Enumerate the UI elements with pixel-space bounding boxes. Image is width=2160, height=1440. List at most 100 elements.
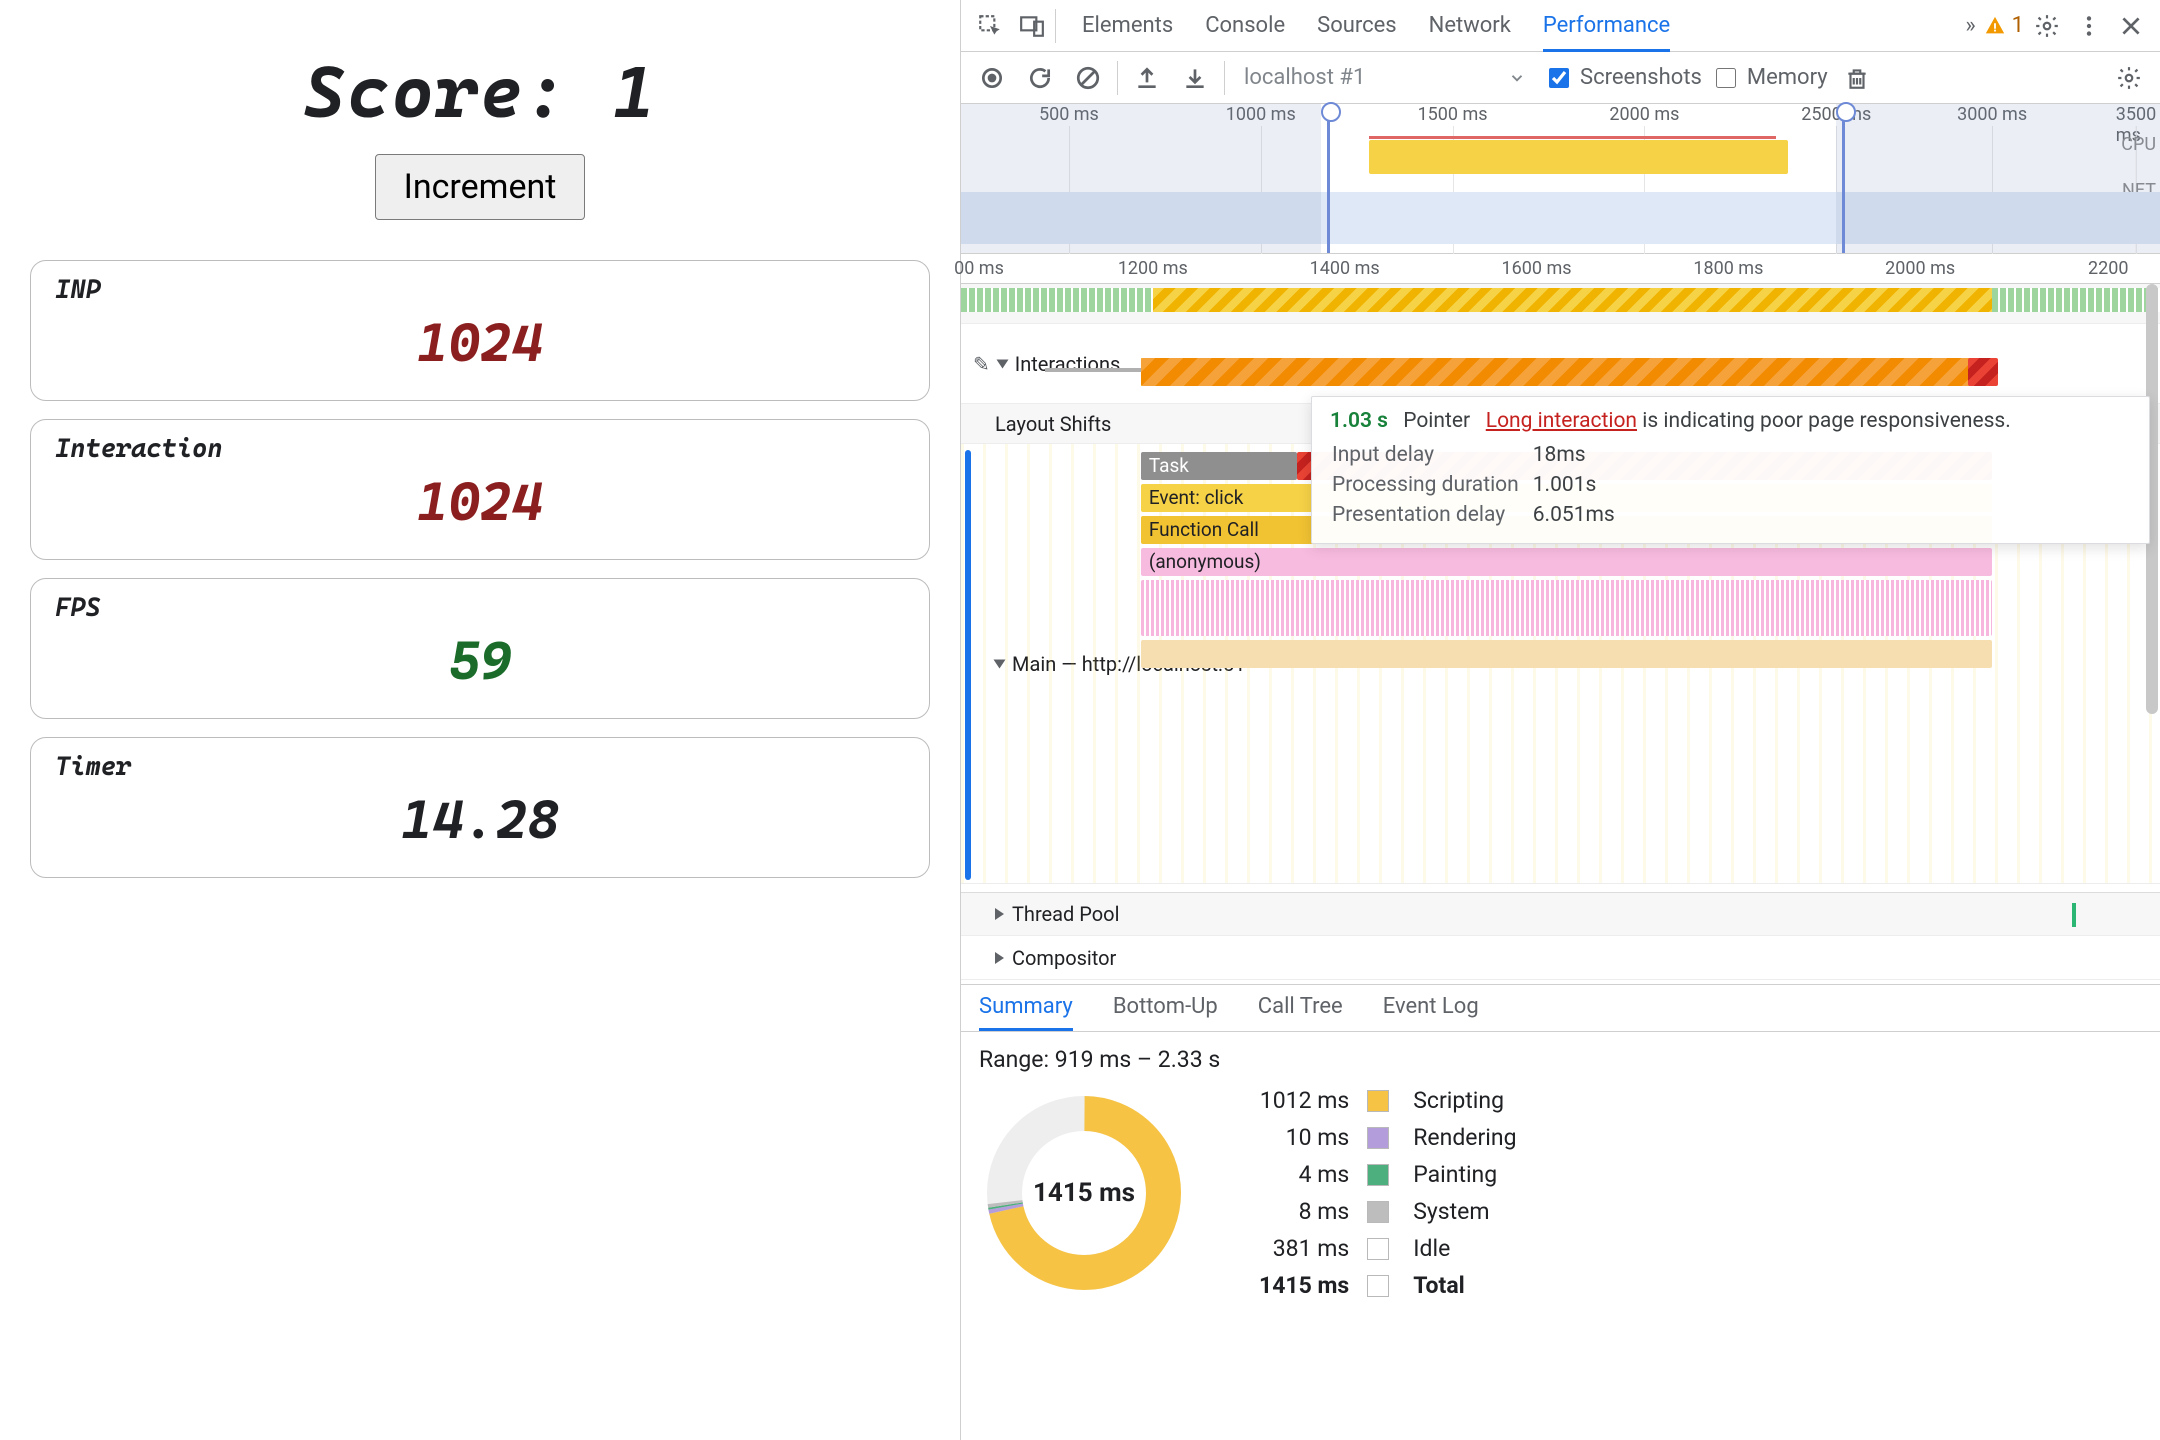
tab-elements[interactable]: Elements xyxy=(1082,1,1173,52)
metric-card-timer: Timer 14.28 xyxy=(30,737,930,878)
legend-swatch-painting xyxy=(1367,1164,1389,1186)
devtools-panel: Elements Console Sources Network Perform… xyxy=(960,0,2160,1440)
score-display: Score: 1 xyxy=(30,50,930,134)
issues-indicator[interactable]: 1 xyxy=(1984,13,2024,38)
chevron-down-icon xyxy=(1508,69,1526,87)
tab-network[interactable]: Network xyxy=(1429,1,1511,52)
memory-checkbox-input[interactable] xyxy=(1716,68,1736,88)
timeline-ruler[interactable]: 00 ms 1200 ms 1400 ms 1600 ms 1800 ms 20… xyxy=(961,254,2160,284)
ruler-tick: 00 ms xyxy=(954,258,1004,279)
inspect-element-icon[interactable] xyxy=(971,7,1009,45)
legend-swatch-rendering xyxy=(1367,1127,1389,1149)
flame-children[interactable] xyxy=(1141,580,1992,636)
ruler-tick: 1800 ms xyxy=(1693,258,1763,279)
record-button[interactable] xyxy=(973,59,1011,97)
legend-swatch-total xyxy=(1367,1275,1389,1297)
long-interaction-link[interactable]: Long interaction xyxy=(1486,409,1637,433)
legend-name: Idle xyxy=(1413,1235,1516,1262)
summary-panel: Range: 919 ms – 2.33 s 1415 ms 1012 ms xyxy=(961,1032,2160,1313)
flame-task[interactable]: Task xyxy=(1141,452,1297,480)
tracks-scrollbar[interactable] xyxy=(2146,284,2158,984)
flame-anonymous[interactable]: (anonymous) xyxy=(1141,548,1992,576)
tab-performance[interactable]: Performance xyxy=(1543,1,1670,52)
overview-handle-right[interactable] xyxy=(1836,104,1852,253)
legend-name: Painting xyxy=(1413,1161,1516,1188)
reload-record-button[interactable] xyxy=(1021,59,1059,97)
metric-label-interaction: Interaction xyxy=(55,434,905,464)
demo-page: Score: 1 Increment INP 1024 Interaction … xyxy=(0,0,960,1440)
legend-time: 4 ms xyxy=(1299,1161,1350,1188)
ruler-tick: 1400 ms xyxy=(1310,258,1380,279)
ruler-tick: 1600 ms xyxy=(1502,258,1572,279)
settings-icon[interactable] xyxy=(2028,7,2066,45)
overview-shade-left xyxy=(961,104,1321,253)
flame-row[interactable] xyxy=(1141,640,1992,668)
screenshots-checkbox[interactable]: Screenshots xyxy=(1545,65,1702,91)
metric-card-fps: FPS 59 xyxy=(30,578,930,719)
upload-profile-button[interactable] xyxy=(1128,59,1166,97)
legend-name: Rendering xyxy=(1413,1124,1516,1151)
ruler-tick: 1200 ms xyxy=(1118,258,1188,279)
track-compositor[interactable]: Compositor xyxy=(961,936,2160,980)
track-label-compositor[interactable]: Compositor xyxy=(995,936,1116,979)
download-profile-button[interactable] xyxy=(1176,59,1214,97)
details-tab-summary[interactable]: Summary xyxy=(979,985,1073,1031)
tooltip-event: Pointer xyxy=(1403,409,1470,433)
tooltip-tail-text: is indicating poor page responsiveness. xyxy=(1642,409,2011,433)
track-interactions[interactable]: ✎ Interactions Pointer xyxy=(961,324,2160,404)
tab-console[interactable]: Console xyxy=(1205,1,1285,52)
legend-swatch-scripting xyxy=(1367,1090,1389,1112)
metric-label-fps: FPS xyxy=(55,593,905,623)
metric-value-timer: 14.28 xyxy=(55,788,905,851)
track-thread-pool[interactable]: Thread Pool xyxy=(961,892,2160,936)
legend-time: 1012 ms xyxy=(1260,1087,1349,1114)
tooltip-duration: 1.03 s xyxy=(1330,409,1388,433)
overview-handle-left[interactable] xyxy=(1321,104,1337,253)
summary-legend: 1012 ms Scripting 10 ms Rendering 4 ms P… xyxy=(1259,1087,1517,1299)
device-toolbar-icon[interactable] xyxy=(1013,7,1051,45)
summary-donut-chart: 1415 ms xyxy=(979,1088,1189,1298)
legend-name: Scripting xyxy=(1413,1087,1516,1114)
more-tabs-button[interactable]: » xyxy=(1961,7,1979,45)
collect-garbage-button[interactable] xyxy=(1838,59,1876,97)
memory-checkbox[interactable]: Memory xyxy=(1712,65,1828,91)
capture-settings-icon[interactable] xyxy=(2110,59,2148,97)
flamechart-area[interactable]: Frames ✎ Interactions Pointer xyxy=(961,284,2160,984)
interaction-tooltip: 1.03 s Pointer Long interaction is indic… xyxy=(1311,396,2150,544)
summary-range: Range: 919 ms – 2.33 s xyxy=(979,1046,2142,1073)
performance-toolbar: localhost #1 Screenshots Memory xyxy=(961,52,2160,104)
interaction-bar-tail[interactable] xyxy=(1968,358,1998,386)
separator xyxy=(1224,61,1225,95)
details-tab-event-log[interactable]: Event Log xyxy=(1383,985,1479,1031)
tab-sources[interactable]: Sources xyxy=(1317,1,1397,52)
details-tab-call-tree[interactable]: Call Tree xyxy=(1258,985,1343,1031)
details-tabstrip: Summary Bottom-Up Call Tree Event Log xyxy=(961,984,2160,1032)
recording-selector[interactable]: localhost #1 xyxy=(1235,60,1535,95)
clear-button[interactable] xyxy=(1069,59,1107,97)
score-label: Score: xyxy=(303,50,568,134)
overview-tick: 1500 ms xyxy=(1418,104,1488,125)
recording-name: localhost #1 xyxy=(1244,65,1365,90)
track-frames[interactable]: Frames xyxy=(961,284,2160,324)
interaction-bar[interactable] xyxy=(1141,358,1980,386)
legend-name-total: Total xyxy=(1413,1272,1516,1299)
donut-center-label: 1415 ms xyxy=(979,1088,1189,1298)
legend-time: 8 ms xyxy=(1299,1198,1350,1225)
overview-tick: 2000 ms xyxy=(1609,104,1679,125)
legend-swatch-idle xyxy=(1367,1238,1389,1260)
details-tab-bottom-up[interactable]: Bottom-Up xyxy=(1113,985,1218,1031)
track-label-layout-shifts[interactable]: Layout Shifts xyxy=(995,404,1111,443)
increment-button[interactable]: Increment xyxy=(375,154,586,220)
legend-name: System xyxy=(1413,1198,1516,1225)
screenshots-checkbox-input[interactable] xyxy=(1549,68,1569,88)
separator xyxy=(1117,61,1118,95)
issues-count: 1 xyxy=(2012,13,2024,38)
metric-label-timer: Timer xyxy=(55,752,905,782)
metric-value-fps: 59 xyxy=(55,629,905,692)
track-label-thread-pool[interactable]: Thread Pool xyxy=(995,893,1119,935)
thread-pool-marker xyxy=(2072,903,2076,927)
tooltip-breakdown: Input delay18ms Processing duration1.001… xyxy=(1330,439,1629,531)
overview-minimap[interactable]: 500 ms 1000 ms 1500 ms 2000 ms 2500 ms 3… xyxy=(961,104,2160,254)
close-devtools-icon[interactable] xyxy=(2112,7,2150,45)
kebab-menu-icon[interactable] xyxy=(2070,7,2108,45)
